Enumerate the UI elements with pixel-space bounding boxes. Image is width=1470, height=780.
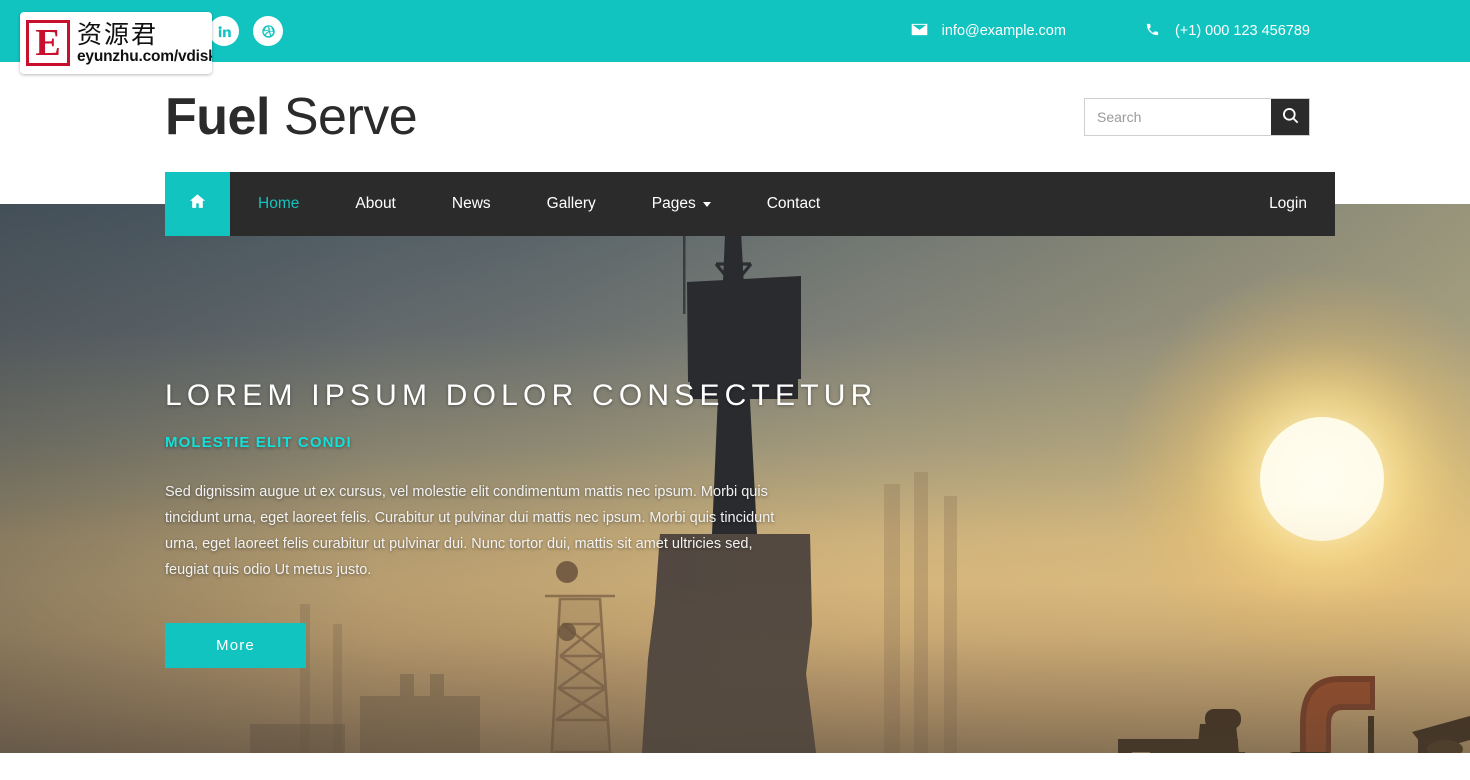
more-button[interactable]: More — [165, 623, 306, 668]
hero-heading: LOREM IPSUM DOLOR CONSECTETUR — [165, 379, 878, 412]
nav-right-group: Login — [1241, 172, 1335, 236]
top-bar: info@example.com (+1) 000 123 456789 E 资… — [0, 0, 1470, 74]
brand-bold: Fuel — [165, 88, 270, 146]
nav-item-login[interactable]: Login — [1241, 172, 1335, 236]
hero-banner: LOREM IPSUM DOLOR CONSECTETUR MOLESTIE E… — [0, 204, 1470, 753]
hero-subheading: MOLESTIE ELIT CONDI — [165, 434, 352, 451]
nav-item-news[interactable]: News — [424, 172, 519, 236]
phone-text: (+1) 000 123 456789 — [1174, 23, 1310, 39]
email-text: info@example.com — [941, 23, 1066, 39]
page-title[interactable]: Fuel Serve — [165, 87, 418, 147]
nav-label-contact: Contact — [766, 195, 821, 212]
watermark-chinese-text: 资源君 — [77, 19, 159, 49]
nav-label-home: Home — [258, 195, 300, 212]
hero-content: LOREM IPSUM DOLOR CONSECTETUR MOLESTIE E… — [165, 379, 878, 668]
search-icon — [1281, 106, 1300, 128]
nav-label-login: Login — [1269, 195, 1307, 212]
phone-link[interactable]: (+1) 000 123 456789 — [1144, 22, 1310, 41]
linkedin-icon[interactable] — [209, 16, 239, 46]
search-button[interactable] — [1271, 99, 1309, 135]
email-link[interactable]: info@example.com — [911, 22, 1066, 41]
nav-label-news: News — [451, 195, 491, 212]
nav-item-home[interactable]: Home — [230, 172, 327, 236]
search-box — [1084, 98, 1310, 136]
nav-items: Home About News Gallery Pages Contact — [230, 172, 848, 236]
dribbble-icon[interactable] — [253, 16, 283, 46]
phone-icon — [1144, 22, 1161, 41]
brand-light: Serve — [269, 88, 418, 146]
home-icon — [188, 192, 207, 216]
nav-label-about: About — [355, 195, 396, 212]
site-watermark: E 资源君 eyunzhu.com/vdisk — [20, 12, 212, 74]
watermark-logo-mark: E — [26, 20, 70, 66]
nav-item-pages[interactable]: Pages — [624, 172, 739, 236]
main-navigation: Home About News Gallery Pages Contact Lo… — [165, 172, 1335, 236]
nav-item-contact[interactable]: Contact — [739, 172, 848, 236]
contact-info: info@example.com (+1) 000 123 456789 — [911, 22, 1470, 41]
envelope-icon — [911, 22, 928, 41]
nav-item-about[interactable]: About — [327, 172, 424, 236]
hero-paragraph: Sed dignissim augue ut ex cursus, vel mo… — [165, 484, 775, 578]
nav-item-gallery[interactable]: Gallery — [519, 172, 624, 236]
search-input[interactable] — [1085, 99, 1271, 135]
nav-label-gallery: Gallery — [546, 195, 596, 212]
nav-home-icon-button[interactable] — [165, 172, 230, 236]
chevron-down-icon — [702, 201, 711, 207]
watermark-url: eyunzhu.com/vdisk — [77, 47, 212, 65]
brand-row: Fuel Serve — [0, 62, 1470, 172]
nav-label-pages: Pages — [651, 195, 696, 212]
